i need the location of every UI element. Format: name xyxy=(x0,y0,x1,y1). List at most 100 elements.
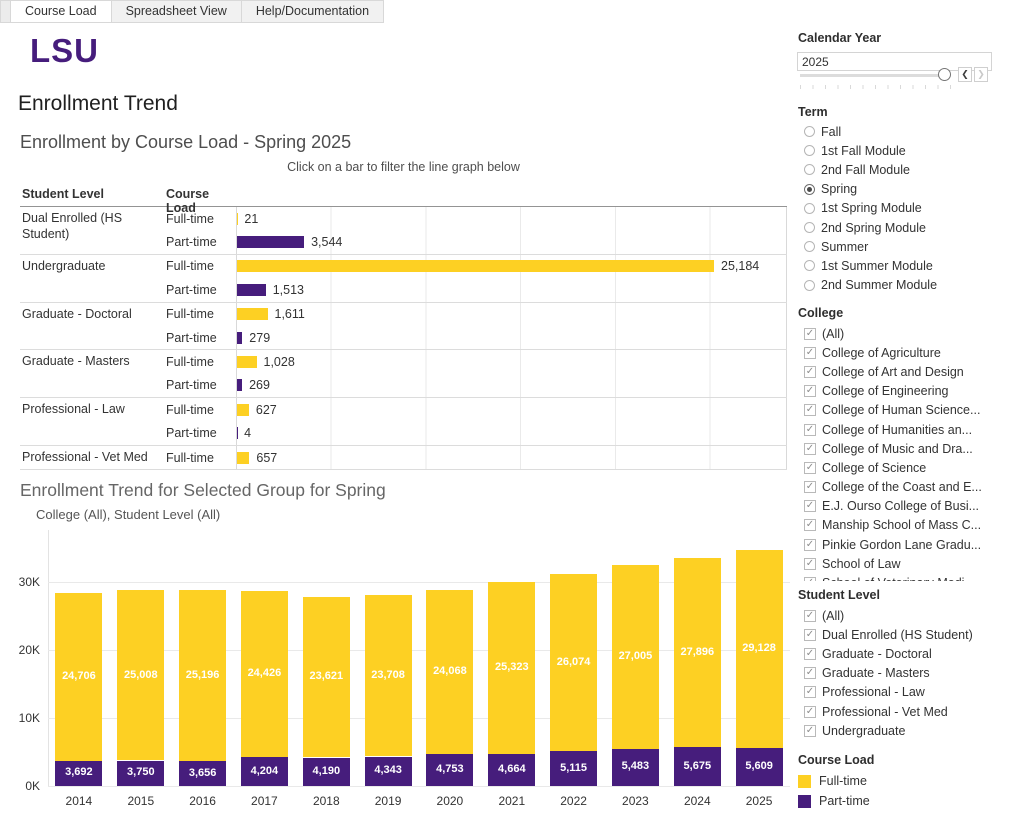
radio-button[interactable] xyxy=(804,222,815,233)
full-time-value-label: 27,005 xyxy=(612,650,659,662)
bar-value-label: 4 xyxy=(244,426,251,440)
term-option[interactable]: 2nd Spring Module xyxy=(797,218,1002,237)
bar-cell: 269 xyxy=(236,374,787,397)
table-group-rows: Full-time21Part-time3,544 xyxy=(166,207,787,254)
page-title: Enrollment Trend xyxy=(18,92,178,116)
part-time-bar[interactable] xyxy=(237,332,242,344)
course-load-legend: Full-timePart-time xyxy=(798,771,870,811)
student-level-option[interactable]: ✓Undergraduate xyxy=(797,721,1002,740)
table-row: Part-time4 xyxy=(166,422,787,445)
radio-button[interactable] xyxy=(804,164,815,175)
checkbox-checked[interactable]: ✓ xyxy=(804,667,816,679)
checkbox-checked[interactable]: ✓ xyxy=(804,610,816,622)
calendar-year-label: Calendar Year xyxy=(798,31,881,45)
full-time-bar[interactable] xyxy=(237,260,714,272)
student-level-option[interactable]: ✓Professional - Law xyxy=(797,683,1002,702)
course-load-cell: Full-time xyxy=(166,303,236,326)
bar-chart-subtitle: Click on a bar to filter the line graph … xyxy=(20,160,787,174)
checkbox-checked[interactable]: ✓ xyxy=(804,481,816,493)
radio-button[interactable] xyxy=(804,184,815,195)
student-level-option[interactable]: ✓Graduate - Doctoral xyxy=(797,644,1002,663)
checkbox-checked[interactable]: ✓ xyxy=(804,648,816,660)
checkbox-checked[interactable]: ✓ xyxy=(804,328,816,340)
gridline xyxy=(48,786,790,787)
bar-value-label: 3,544 xyxy=(311,235,342,249)
checkbox-checked[interactable]: ✓ xyxy=(804,519,816,531)
full-time-bar[interactable] xyxy=(237,404,249,416)
college-option[interactable]: ✓College of Engineering xyxy=(797,382,1002,401)
checkbox-checked[interactable]: ✓ xyxy=(804,558,816,570)
college-option[interactable]: ✓Pinkie Gordon Lane Gradu... xyxy=(797,535,1002,554)
full-time-bar[interactable] xyxy=(237,308,268,320)
tab-help-documentation[interactable]: Help/Documentation xyxy=(242,0,384,23)
checkbox-checked[interactable]: ✓ xyxy=(804,424,816,436)
full-time-value-label: 23,621 xyxy=(303,670,350,682)
college-option[interactable]: ✓College of Human Science... xyxy=(797,401,1002,420)
college-option[interactable]: ✓School of Law xyxy=(797,554,1002,573)
y-axis-tick-label: 20K xyxy=(0,643,40,657)
x-axis-tick-label: 2020 xyxy=(420,794,480,808)
checkbox-checked[interactable]: ✓ xyxy=(804,443,816,455)
term-option[interactable]: 1st Fall Module xyxy=(797,141,1002,160)
college-option[interactable]: ✓College of Agriculture xyxy=(797,343,1002,362)
term-option[interactable]: 2nd Fall Module xyxy=(797,160,1002,179)
part-time-bar[interactable] xyxy=(237,379,242,391)
checkbox-checked[interactable]: ✓ xyxy=(804,404,816,416)
checkbox-checked[interactable]: ✓ xyxy=(804,385,816,397)
radio-button[interactable] xyxy=(804,126,815,137)
college-option[interactable]: ✓School of Veterinary Medi... xyxy=(797,573,1002,581)
checkbox-checked[interactable]: ✓ xyxy=(804,347,816,359)
bar-value-label: 279 xyxy=(249,331,270,345)
student-level-option[interactable]: ✓(All) xyxy=(797,606,1002,625)
table-group: UndergraduateFull-time25,184Part-time1,5… xyxy=(20,255,787,303)
radio-button[interactable] xyxy=(804,145,815,156)
radio-button[interactable] xyxy=(804,203,815,214)
college-option[interactable]: ✓E.J. Ourso College of Busi... xyxy=(797,497,1002,516)
term-option[interactable]: 1st Summer Module xyxy=(797,256,1002,275)
radio-button[interactable] xyxy=(804,241,815,252)
tab-course-load[interactable]: Course Load xyxy=(11,0,112,23)
previous-year-button[interactable]: ❮ xyxy=(958,67,972,82)
college-option[interactable]: ✓College of Art and Design xyxy=(797,362,1002,381)
term-option[interactable]: 1st Spring Module xyxy=(797,199,1002,218)
part-time-bar[interactable] xyxy=(237,284,266,296)
radio-button[interactable] xyxy=(804,280,815,291)
student-level-option[interactable]: ✓Graduate - Masters xyxy=(797,664,1002,683)
student-level-option[interactable]: ✓Professional - Vet Med xyxy=(797,702,1002,721)
tab-spreadsheet-view[interactable]: Spreadsheet View xyxy=(112,0,242,23)
checkbox-checked[interactable]: ✓ xyxy=(804,539,816,551)
college-option[interactable]: ✓College of Music and Dra... xyxy=(797,439,1002,458)
table-row: Full-time657 xyxy=(166,446,787,469)
next-year-button[interactable]: ❯ xyxy=(974,67,988,82)
table-group-rows: Full-time1,611Part-time279 xyxy=(166,303,787,350)
checkbox-checked[interactable]: ✓ xyxy=(804,500,816,512)
term-option[interactable]: Spring xyxy=(797,180,1002,199)
x-axis-tick-label: 2023 xyxy=(605,794,665,808)
checkbox-checked[interactable]: ✓ xyxy=(804,462,816,474)
part-time-bar[interactable] xyxy=(237,236,304,248)
checkbox-checked[interactable]: ✓ xyxy=(804,686,816,698)
slider-track[interactable] xyxy=(800,74,948,77)
college-option[interactable]: ✓ College of Science xyxy=(797,458,1002,477)
checkbox-checked[interactable]: ✓ xyxy=(804,629,816,641)
course-load-table-body: Dual Enrolled (HS Student)Full-time21Par… xyxy=(20,207,787,470)
term-option-label: 2nd Summer Module xyxy=(821,278,937,292)
college-option-label: College of Science xyxy=(822,461,926,475)
college-option[interactable]: ✓(All) xyxy=(797,324,1002,343)
term-option[interactable]: 2nd Summer Module xyxy=(797,276,1002,295)
checkbox-checked[interactable]: ✓ xyxy=(804,725,816,737)
checkbox-checked[interactable]: ✓ xyxy=(804,577,816,581)
college-option[interactable]: ✓College of the Coast and E... xyxy=(797,478,1002,497)
term-option[interactable]: Fall xyxy=(797,122,1002,141)
slider-handle[interactable] xyxy=(938,68,951,81)
checkbox-checked[interactable]: ✓ xyxy=(804,706,816,718)
full-time-bar[interactable] xyxy=(237,452,249,464)
radio-button[interactable] xyxy=(804,260,815,271)
checkbox-checked[interactable]: ✓ xyxy=(804,366,816,378)
student-level-option[interactable]: ✓Dual Enrolled (HS Student) xyxy=(797,625,1002,644)
full-time-bar[interactable] xyxy=(237,356,257,368)
term-option[interactable]: Summer xyxy=(797,237,1002,256)
legend-swatch xyxy=(798,795,811,808)
college-option[interactable]: ✓College of Humanities an... xyxy=(797,420,1002,439)
college-option[interactable]: ✓Manship School of Mass C... xyxy=(797,516,1002,535)
